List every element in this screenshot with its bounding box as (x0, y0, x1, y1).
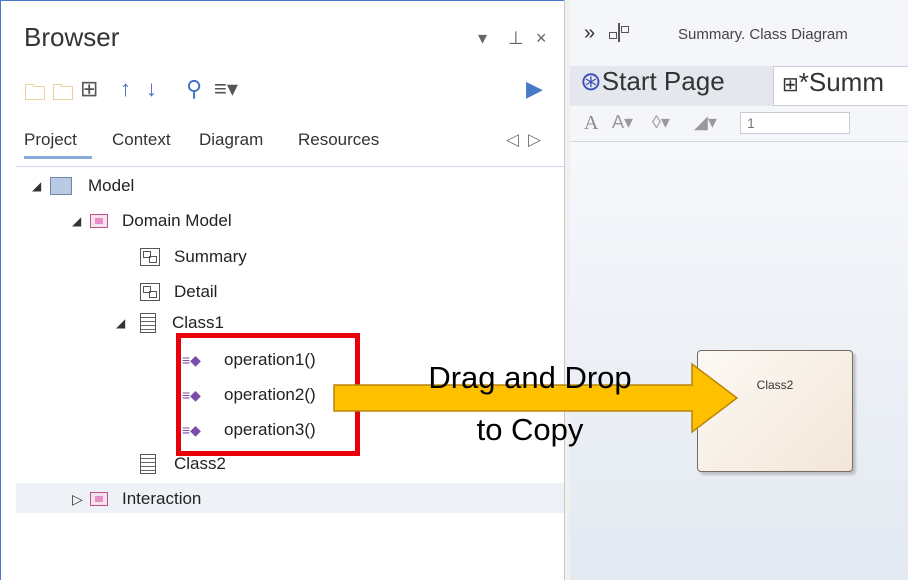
annotation-line-2: to Copy (476, 412, 584, 447)
annotation-layer (333, 362, 739, 434)
annotation-line-1: Drag and Drop (428, 360, 632, 395)
